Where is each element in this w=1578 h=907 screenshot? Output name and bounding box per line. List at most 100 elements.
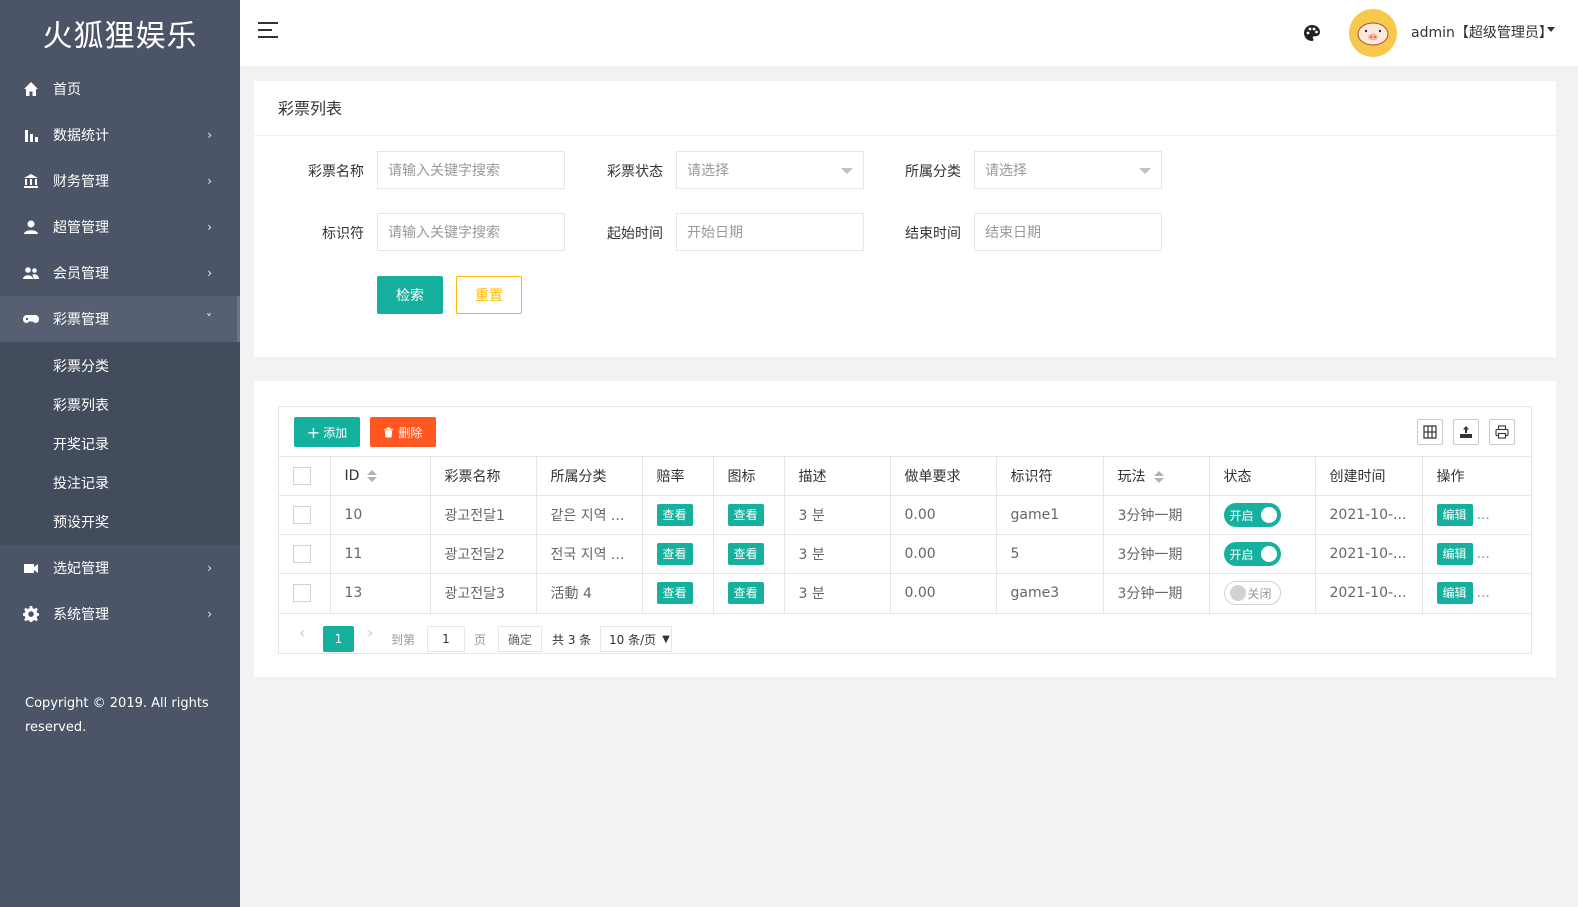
cell-actions: 编辑... xyxy=(1422,573,1531,613)
cell-category: 전국 지역 ... xyxy=(536,534,643,574)
view-odds-button[interactable]: 查看 xyxy=(656,582,693,605)
chevron-right-icon: › xyxy=(207,266,212,280)
status-toggle-label: 开启 xyxy=(1229,508,1254,523)
toggle-knob xyxy=(1260,507,1277,523)
edit-button[interactable]: 编辑 xyxy=(1436,543,1473,565)
bank-icon xyxy=(22,172,40,190)
cell-play: 3分钟一期 xyxy=(1103,573,1210,613)
row-checkbox[interactable] xyxy=(293,506,311,524)
end-date-input[interactable]: 结束日期 xyxy=(974,213,1162,251)
cell-actions: 编辑... xyxy=(1422,534,1531,574)
sidebar-item-members[interactable]: 会员管理 › xyxy=(0,250,240,296)
column-header-desc: 描述 xyxy=(784,456,891,496)
sidebar-item-label: 系统管理 xyxy=(53,607,109,623)
status-toggle[interactable]: 开启 xyxy=(1223,503,1281,527)
sidebar-item-label: 选妃管理 xyxy=(53,561,109,577)
select-all-checkbox[interactable] xyxy=(293,467,311,485)
columns-icon xyxy=(1423,425,1437,439)
column-filter-button[interactable] xyxy=(1417,419,1443,445)
sidebar-item-lottery[interactable]: 彩票管理 ˅ xyxy=(0,296,240,342)
plus-icon: + xyxy=(306,422,321,442)
status-toggle[interactable]: 开启 xyxy=(1223,542,1281,566)
column-header-name: 彩票名称 xyxy=(430,456,537,496)
sidebar-subitem-bet-records[interactable]: 投注记录 xyxy=(0,463,240,502)
print-button[interactable] xyxy=(1489,419,1515,445)
view-icon-button[interactable]: 查看 xyxy=(727,582,764,605)
sidebar-item-admin[interactable]: 超管管理 › xyxy=(0,204,240,250)
add-button[interactable]: + 添加 xyxy=(294,417,360,447)
export-button[interactable] xyxy=(1453,419,1479,445)
sidebar-subitem-lottery-category[interactable]: 彩票分类 xyxy=(0,346,240,385)
user-menu[interactable]: admin【超级管理员】 xyxy=(1411,22,1553,42)
row-select-cell xyxy=(279,573,331,613)
view-odds-button[interactable]: 查看 xyxy=(656,543,693,565)
row-select-cell xyxy=(279,495,331,535)
edit-button[interactable]: 编辑 xyxy=(1436,582,1473,605)
cell-requirement: 0.00 xyxy=(890,573,997,613)
reset-button[interactable]: 重置 xyxy=(456,276,522,314)
more-ellipsis: ... xyxy=(1476,507,1490,523)
lottery-name-input[interactable]: 请输入关键字搜索 xyxy=(377,151,565,189)
export-icon xyxy=(1460,426,1472,438)
table-row: 13 광고전달3 活動 4 查看 查看 3 분 0.00 game3 3分钟一期 关闭 2021-1… xyxy=(279,573,1531,613)
sidebar-subitem-draw-records[interactable]: 开奖记录 xyxy=(0,424,240,463)
sidebar-item-stats[interactable]: 数据统计 › xyxy=(0,112,240,158)
lottery-submenu: 彩票分类 彩票列表 开奖记录 投注记录 预设开奖 xyxy=(0,342,240,545)
search-button[interactable]: 检索 xyxy=(377,276,443,314)
edit-button[interactable]: 编辑 xyxy=(1436,504,1473,526)
next-page-icon[interactable]: › xyxy=(367,623,373,642)
chevron-down-icon: ˅ xyxy=(206,312,212,326)
page-button-current[interactable]: 1 xyxy=(323,626,354,652)
status-toggle[interactable]: 关闭 xyxy=(1223,581,1281,606)
goto-confirm-button[interactable]: 确定 xyxy=(498,626,542,652)
brand-logo: 火狐狸娱乐 xyxy=(42,19,198,54)
column-header-play[interactable]: 玩法 xyxy=(1103,456,1210,496)
gamepad-icon xyxy=(22,310,40,328)
caret-down-icon[interactable] xyxy=(1547,27,1555,32)
table-header-row: ID 彩票名称 所属分类 赔率 图标 描述 做单要求 标识符 玩法 状态 创建时… xyxy=(279,456,1531,496)
cell-odds: 查看 xyxy=(642,534,714,574)
row-checkbox[interactable] xyxy=(293,545,311,563)
more-ellipsis: ... xyxy=(1476,585,1490,602)
sidebar-subitem-preset-draw[interactable]: 预设开奖 xyxy=(0,502,240,541)
menu-toggle-icon[interactable] xyxy=(258,22,278,42)
users-icon xyxy=(22,264,40,282)
sidebar-item-selection[interactable]: 选妃管理 › xyxy=(0,545,240,591)
lottery-name-label: 彩票名称 xyxy=(308,164,364,180)
view-icon-button[interactable]: 查看 xyxy=(727,504,764,526)
sidebar-subitem-lottery-list[interactable]: 彩票列表 xyxy=(0,385,240,424)
row-checkbox[interactable] xyxy=(293,584,311,603)
sort-icon[interactable] xyxy=(367,469,378,483)
avatar[interactable] xyxy=(1349,9,1397,57)
sidebar-item-system[interactable]: 系统管理 › xyxy=(0,591,240,637)
select-all-cell xyxy=(279,456,331,496)
lottery-status-select[interactable]: 请选择 xyxy=(676,151,864,189)
row-select-cell xyxy=(279,534,331,574)
sidebar-item-home[interactable]: 首页 xyxy=(0,66,240,112)
avatar-pig-icon xyxy=(1357,22,1389,46)
table-panel: + 添加 删除 ID 彩票名称 所属分类 赔率 图标 描述 做单要求 标识符 玩… xyxy=(254,381,1556,677)
delete-button[interactable]: 删除 xyxy=(370,417,436,447)
cell-requirement: 0.00 xyxy=(890,534,997,574)
chevron-right-icon: › xyxy=(207,128,212,142)
trash-icon xyxy=(384,426,394,438)
status-toggle-label: 开启 xyxy=(1229,547,1254,562)
view-icon-button[interactable]: 查看 xyxy=(727,543,764,565)
view-odds-button[interactable]: 查看 xyxy=(656,504,693,526)
palette-icon[interactable] xyxy=(1303,24,1321,42)
sort-icon[interactable] xyxy=(1153,470,1164,484)
sidebar-item-label: 超管管理 xyxy=(53,220,109,236)
column-header-status: 状态 xyxy=(1209,456,1316,496)
pagination: ‹ 1 › 到第 1 页 确定 共 3 条 10 条/页 ▼ xyxy=(279,613,1531,653)
cell-id: 11 xyxy=(330,534,431,574)
category-select[interactable]: 请选择 xyxy=(974,151,1162,189)
start-date-input[interactable]: 开始日期 xyxy=(676,213,864,251)
identifier-input[interactable]: 请输入关键字搜索 xyxy=(377,213,565,251)
cell-requirement: 0.00 xyxy=(890,495,997,535)
prev-page-icon[interactable]: ‹ xyxy=(299,623,305,642)
sidebar-item-finance[interactable]: 财务管理 › xyxy=(0,158,240,204)
page-number-input[interactable]: 1 xyxy=(427,626,465,652)
table-row: 10 광고전달1 같은 지역 ... 查看 查看 3 분 0.00 game1 3分钟一期 开启 2… xyxy=(279,495,1531,535)
page-size-select[interactable]: 10 条/页 ▼ xyxy=(600,626,672,652)
column-header-id[interactable]: ID xyxy=(330,456,431,496)
